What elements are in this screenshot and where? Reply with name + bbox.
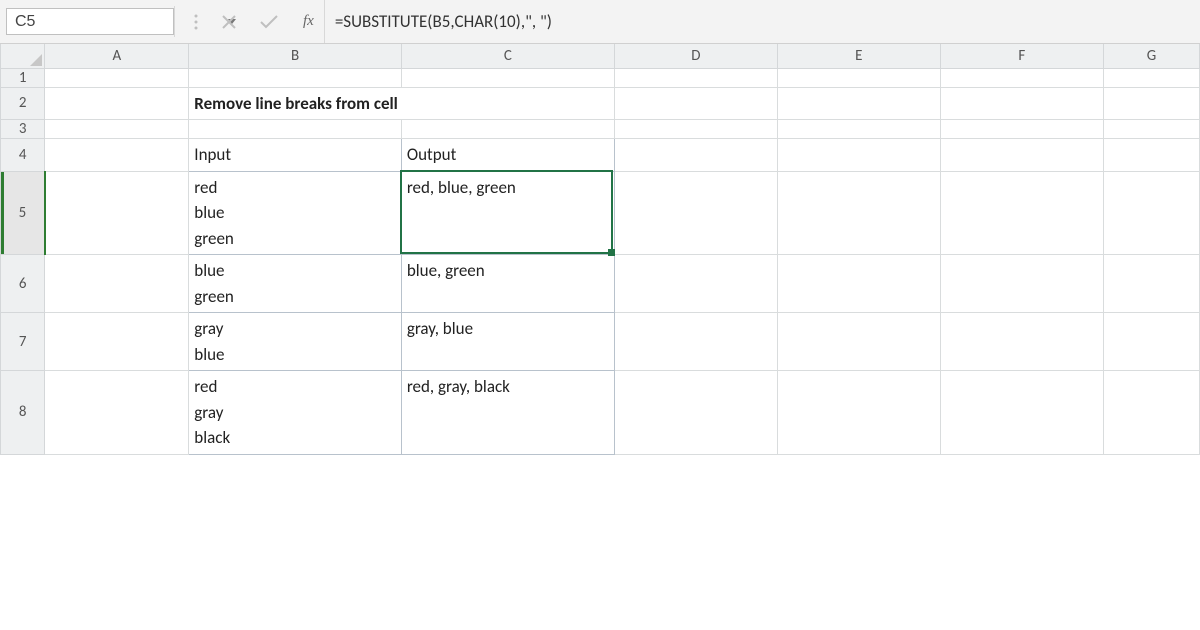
- col-header[interactable]: G: [1103, 44, 1199, 68]
- fx-icon: fx: [303, 13, 314, 30]
- col-header[interactable]: C: [401, 44, 614, 68]
- fx-button[interactable]: fx: [297, 0, 324, 43]
- formula-bar[interactable]: =SUBSTITUTE(B5,CHAR(10),", "): [324, 0, 1200, 43]
- cell[interactable]: [614, 87, 777, 120]
- table-header-input[interactable]: Input: [189, 139, 402, 172]
- cell[interactable]: [940, 255, 1103, 313]
- cell[interactable]: [1103, 68, 1199, 87]
- cell[interactable]: [189, 120, 402, 139]
- cell[interactable]: [45, 371, 189, 455]
- cell[interactable]: [1103, 87, 1199, 120]
- cell[interactable]: [777, 171, 940, 255]
- row-header[interactable]: 5: [1, 171, 45, 255]
- cell[interactable]: [1103, 371, 1199, 455]
- cell[interactable]: [614, 313, 777, 371]
- cell[interactable]: [614, 171, 777, 255]
- cell[interactable]: [189, 68, 402, 87]
- page-title[interactable]: Remove line breaks from cell: [189, 87, 615, 120]
- cell[interactable]: [1103, 255, 1199, 313]
- table-cell-input[interactable]: gray blue: [189, 313, 402, 371]
- cell[interactable]: [45, 68, 189, 87]
- cell[interactable]: [614, 255, 777, 313]
- col-header[interactable]: D: [614, 44, 777, 68]
- col-header[interactable]: A: [45, 44, 189, 68]
- cell[interactable]: [777, 139, 940, 172]
- name-box[interactable]: [6, 8, 174, 35]
- cell[interactable]: [45, 255, 189, 313]
- cell[interactable]: [614, 68, 777, 87]
- row-header[interactable]: 6: [1, 255, 45, 313]
- col-header[interactable]: F: [940, 44, 1103, 68]
- cell[interactable]: [940, 313, 1103, 371]
- cell[interactable]: [940, 139, 1103, 172]
- row-header[interactable]: 8: [1, 371, 45, 455]
- cell[interactable]: [45, 139, 189, 172]
- table-cell-output[interactable]: red, blue, green: [401, 171, 614, 255]
- formula-text: =SUBSTITUTE(B5,CHAR(10),", "): [335, 11, 552, 32]
- cell[interactable]: [940, 68, 1103, 87]
- cell[interactable]: [614, 120, 777, 139]
- column-headers: A B C D E F G: [1, 44, 1200, 68]
- cell[interactable]: [45, 120, 189, 139]
- cell[interactable]: [1103, 120, 1199, 139]
- cell[interactable]: [777, 255, 940, 313]
- cell[interactable]: [45, 313, 189, 371]
- row-header[interactable]: 3: [1, 120, 45, 139]
- table-cell-input[interactable]: red gray black: [189, 371, 402, 455]
- table-cell-input[interactable]: red blue green: [189, 171, 402, 255]
- cell[interactable]: [401, 120, 614, 139]
- cell[interactable]: [614, 371, 777, 455]
- cell[interactable]: [940, 87, 1103, 120]
- table-cell-input[interactable]: blue green: [189, 255, 402, 313]
- formula-toolbar: fx =SUBSTITUTE(B5,CHAR(10),", "): [0, 0, 1200, 44]
- more-icon[interactable]: [193, 13, 199, 31]
- cell[interactable]: [777, 313, 940, 371]
- cell[interactable]: [777, 120, 940, 139]
- cell[interactable]: [777, 87, 940, 120]
- table-header-output[interactable]: Output: [401, 139, 614, 172]
- row-header[interactable]: 1: [1, 68, 45, 87]
- row-header[interactable]: 7: [1, 313, 45, 371]
- cell[interactable]: [940, 371, 1103, 455]
- table-cell-output[interactable]: blue, green: [401, 255, 614, 313]
- cell[interactable]: [940, 171, 1103, 255]
- table-cell-output[interactable]: red, gray, black: [401, 371, 614, 455]
- cell[interactable]: [1103, 313, 1199, 371]
- spreadsheet-grid[interactable]: A B C D E F G 1 2 Remove line breaks fro…: [0, 44, 1200, 455]
- select-all-corner[interactable]: [1, 44, 45, 68]
- row-header[interactable]: 2: [1, 87, 45, 120]
- cell[interactable]: [614, 139, 777, 172]
- cell[interactable]: [45, 171, 189, 255]
- cell[interactable]: [45, 87, 189, 120]
- cell[interactable]: [940, 120, 1103, 139]
- cell[interactable]: [1103, 139, 1199, 172]
- cancel-icon[interactable]: [221, 14, 237, 30]
- formula-buttons: [175, 0, 297, 43]
- col-header[interactable]: E: [777, 44, 940, 68]
- cell[interactable]: [777, 371, 940, 455]
- cell[interactable]: [777, 68, 940, 87]
- row-header[interactable]: 4: [1, 139, 45, 172]
- col-header[interactable]: B: [189, 44, 402, 68]
- cell[interactable]: [401, 68, 614, 87]
- table-cell-output[interactable]: gray, blue: [401, 313, 614, 371]
- cell[interactable]: [1103, 171, 1199, 255]
- check-icon[interactable]: [259, 14, 279, 30]
